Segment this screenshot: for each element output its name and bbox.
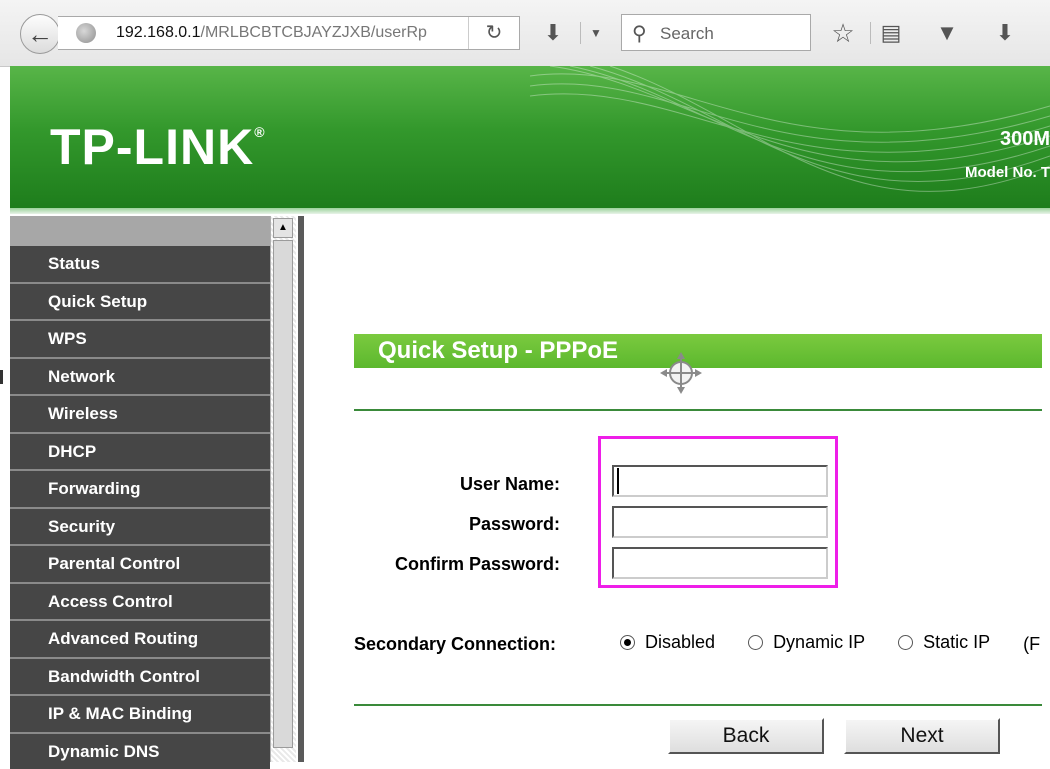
radio-unselected-icon[interactable] [898,635,913,650]
back-icon[interactable]: ← [20,14,60,54]
search-icon: ⚲ [632,21,647,46]
secondary-connection-label: Secondary Connection: [354,634,556,655]
tp-link-logo: TP-LINK® [50,118,266,176]
scrollbar-thumb[interactable] [273,240,293,748]
sidebar-item-security[interactable]: Security [10,507,270,545]
user-name-field[interactable] [612,465,828,497]
toolbar-separator [580,22,581,44]
menu-top-bar [10,216,270,246]
secondary-connection-options: Disabled Dynamic IP Static IP (F [620,632,1050,655]
sidebar-item-ip-mac-binding[interactable]: IP & MAC Binding [10,694,270,732]
toolbar-separator [870,22,871,44]
search-box[interactable]: ⚲ [621,14,811,51]
sidebar-item-forwarding[interactable]: Forwarding [10,469,270,507]
radio-unselected-icon[interactable] [748,635,763,650]
password-label: Password: [469,514,560,535]
radio-static-ip[interactable]: Static IP [898,632,990,653]
menu-scrollbar[interactable]: ▲ [270,216,296,762]
radio-disabled[interactable]: Disabled [620,632,715,653]
sidebar-item-dhcp[interactable]: DHCP [10,432,270,470]
address-bar[interactable]: 192.168.0.1/MRLBCBTCBJAYZJXB/userRp ↻ [58,16,520,50]
radio-dynamic-ip[interactable]: Dynamic IP [748,632,865,653]
password-field[interactable] [612,506,828,538]
bookmark-star-icon[interactable]: ☆ [828,18,858,48]
text-caret [617,468,619,494]
confirm-password-label: Confirm Password: [395,554,560,575]
url-text[interactable]: 192.168.0.1/MRLBCBTCBJAYZJXB/userRp [116,24,468,42]
section-divider-top [354,409,1042,411]
sidebar-item-advanced-routing[interactable]: Advanced Routing [10,619,270,657]
confirm-password-field[interactable] [612,547,828,579]
sidebar-menu: Status Quick Setup WPS Network Wireless … [10,216,270,762]
truncated-option-text: (F [1023,634,1040,655]
product-name: 300M [1000,128,1050,151]
header-wave-graphic [530,66,1050,208]
router-header: TP-LINK® 300M Model No. T [10,66,1050,208]
next-button[interactable]: Next [844,718,1000,754]
downloads-icon[interactable]: ⬇ [990,18,1020,48]
url-path: /MRLBCBTCBJAYZJXB/userRp [201,24,427,41]
sidebar-item-quick-setup[interactable]: Quick Setup [10,282,270,320]
sidebar-item-wireless[interactable]: Wireless [10,394,270,432]
scroll-up-arrow-icon[interactable]: ▲ [273,218,293,238]
pocket-icon[interactable]: ▼ [932,18,962,48]
model-number: Model No. T [965,164,1050,181]
reload-icon[interactable]: ↻ [468,17,519,49]
back-button[interactable]: Back [668,718,824,754]
dropdown-icon[interactable]: ▼ [586,18,606,48]
sidebar-item-parental-control[interactable]: Parental Control [10,544,270,582]
sidebar-item-bandwidth-control[interactable]: Bandwidth Control [10,657,270,695]
move-cursor-icon [658,350,704,396]
header-divider [10,208,1050,214]
section-divider-bottom [354,704,1042,706]
sidebar-item-network[interactable]: Network [10,357,270,395]
window-edge-marker [0,370,3,384]
sidebar-item-wps[interactable]: WPS [10,319,270,357]
browser-toolbar: ← 192.168.0.1/MRLBCBTCBJAYZJXB/userRp ↻ … [0,0,1050,67]
sidebar-item-status[interactable]: Status [10,246,270,282]
download-arrow-icon[interactable]: ⬇ [538,18,568,48]
user-name-label: User Name: [460,474,560,495]
main-content: Quick Setup - PPPoE User Name: Password:… [304,216,1050,762]
globe-icon [76,23,96,43]
radio-selected-icon[interactable] [620,635,635,650]
url-host: 192.168.0.1 [116,24,201,41]
reading-list-icon[interactable]: ▤ [876,18,906,48]
search-input[interactable] [658,15,807,52]
sidebar-item-access-control[interactable]: Access Control [10,582,270,620]
sidebar-item-dynamic-dns[interactable]: Dynamic DNS [10,732,270,769]
